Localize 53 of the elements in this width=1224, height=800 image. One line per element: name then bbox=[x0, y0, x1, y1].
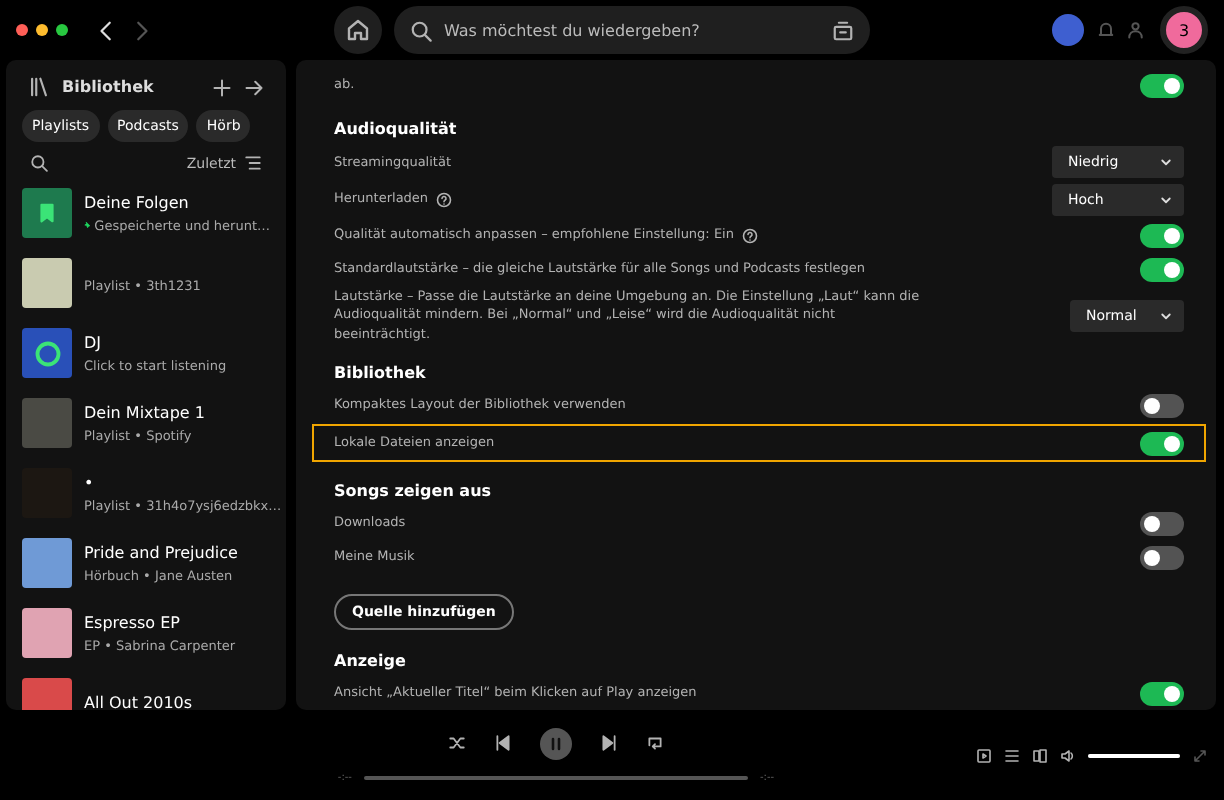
toggle-switch[interactable] bbox=[1140, 511, 1184, 536]
browse-icon[interactable] bbox=[832, 19, 854, 41]
fullscreen-icon[interactable] bbox=[1192, 747, 1208, 763]
pause-button[interactable] bbox=[540, 727, 572, 759]
shuffle-icon[interactable] bbox=[448, 734, 466, 752]
chevron-down-icon bbox=[1160, 193, 1172, 206]
search-field[interactable]: Was möchtest du wiedergeben? bbox=[394, 6, 870, 54]
avatar[interactable]: 3 bbox=[1160, 6, 1208, 54]
pause-icon bbox=[548, 735, 564, 751]
item-title[interactable]: • bbox=[84, 473, 270, 491]
section-heading: Anzeige bbox=[334, 650, 408, 675]
toggle-switch[interactable] bbox=[1140, 393, 1184, 418]
next-icon[interactable] bbox=[600, 734, 618, 752]
chevron-down-icon bbox=[1160, 156, 1172, 169]
toggle-switch[interactable] bbox=[1140, 545, 1184, 570]
library-icon[interactable] bbox=[28, 76, 50, 98]
help-icon[interactable] bbox=[741, 227, 758, 244]
now-playing-icon[interactable] bbox=[976, 747, 992, 763]
plus-icon[interactable] bbox=[212, 77, 232, 97]
home-icon bbox=[346, 18, 370, 42]
help-icon[interactable] bbox=[436, 191, 453, 208]
bell-icon[interactable] bbox=[1096, 20, 1116, 40]
arrow-right-icon[interactable] bbox=[244, 77, 264, 97]
item-title[interactable]: Deine Folgen bbox=[84, 193, 270, 211]
toggle-switch[interactable] bbox=[1140, 223, 1184, 248]
search-icon bbox=[410, 19, 432, 41]
volume-icon[interactable] bbox=[1060, 747, 1076, 763]
devices-icon[interactable] bbox=[1032, 747, 1048, 763]
search-input[interactable]: Was möchtest du wiedergeben? bbox=[444, 21, 820, 39]
friends-icon[interactable] bbox=[1128, 20, 1148, 40]
ring-icon bbox=[33, 339, 61, 367]
list-icon[interactable] bbox=[244, 154, 262, 172]
item-title[interactable]: Pride and Prejudice bbox=[84, 543, 238, 561]
bookmark-icon bbox=[36, 202, 58, 224]
toggle-switch[interactable] bbox=[1140, 431, 1184, 456]
chevron-down-icon bbox=[1160, 310, 1172, 323]
toggle-switch[interactable] bbox=[1140, 73, 1184, 97]
queue-icon[interactable] bbox=[1004, 747, 1020, 763]
home-button[interactable] bbox=[334, 6, 382, 54]
previous-icon[interactable] bbox=[494, 734, 512, 752]
badge-icon[interactable] bbox=[1052, 14, 1084, 46]
section-heading: Songs zeigen aus bbox=[334, 480, 494, 505]
item-title[interactable]: All Out 2010s bbox=[84, 694, 193, 710]
toggle-switch[interactable] bbox=[1140, 257, 1184, 282]
repeat-icon[interactable] bbox=[646, 734, 664, 752]
toggle-switch[interactable] bbox=[1140, 681, 1184, 706]
section-heading: Bibliothek bbox=[334, 362, 428, 387]
library-title: Bibliothek bbox=[62, 78, 156, 96]
search-icon[interactable] bbox=[30, 154, 48, 172]
item-title[interactable]: Espresso EP bbox=[84, 613, 236, 631]
item-title[interactable]: Dein Mixtape 1 bbox=[84, 403, 205, 421]
section-heading: Audioqualität bbox=[334, 118, 459, 142]
item-title[interactable]: DJ bbox=[84, 333, 227, 351]
